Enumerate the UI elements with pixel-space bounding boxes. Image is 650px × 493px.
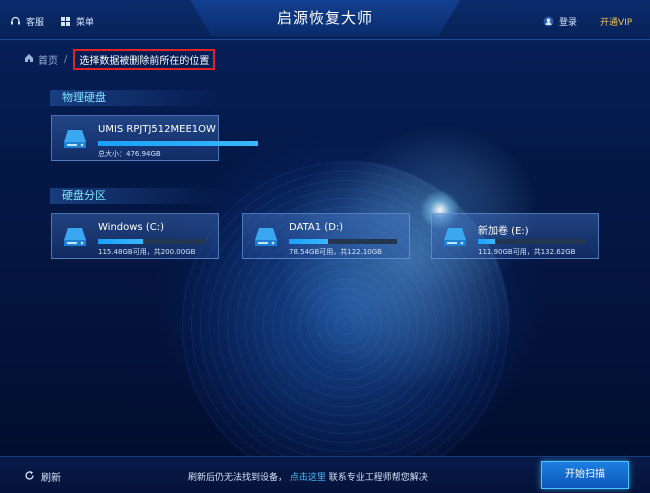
disk-icon [442,224,468,250]
partition-usage-bar [289,239,397,244]
partition-usage-fill [98,239,144,244]
partition-info: 111.90GB可用，共132.62GB [478,248,576,256]
menu-button[interactable]: 菜单 [60,13,94,29]
physical-disk-card[interactable]: UMIS RPJTJ512MEE1OW 总大小：476.94GB [51,115,258,161]
support-icon [10,16,21,27]
start-scan-button[interactable]: 开始扫描 [541,461,629,489]
support-button[interactable]: 客服 [10,13,44,29]
partition-card-c[interactable]: Windows (C:) 115.48GB可用，共200.00GB [51,213,219,259]
help-text: 刷新后仍无法找到设备， 点击这里 联系专业工程师帮您解决 [188,470,428,483]
disk-info: 总大小：476.94GB [98,150,161,158]
breadcrumb-current: 选择数据被删除前所在的位置 [73,48,216,70]
partition-usage-fill [478,239,496,244]
help-suffix: 联系专业工程师帮您解决 [328,473,428,483]
help-prefix: 刷新后仍无法找到设备， [188,473,288,483]
partition-info: 78.54GB可用，共122.10GB [289,248,382,256]
support-label: 客服 [26,17,45,28]
refresh-button[interactable]: 刷新 [24,469,61,484]
breadcrumb-separator: / [64,53,68,65]
section-partitions: 硬盘分区 [50,188,220,204]
partition-name: DATA1 (D:) [289,222,344,233]
section-physical-disks: 物理硬盘 [50,90,220,106]
partition-usage-fill [289,239,328,244]
disk-usage-fill [98,141,258,146]
disk-usage-bar [98,141,258,146]
partition-usage-bar [98,239,206,244]
vip-button[interactable]: 开通VIP [600,13,632,29]
partition-card-e[interactable]: 新加卷 (E:) 111.90GB可用，共132.62GB [431,213,599,259]
user-icon [543,16,554,27]
menu-icon [60,16,71,27]
bottom-bar: 刷新 刷新后仍无法找到设备， 点击这里 联系专业工程师帮您解决 开始扫描 [0,456,650,493]
menu-label: 菜单 [76,17,95,28]
refresh-icon [24,470,35,484]
home-icon [24,53,34,66]
disk-icon [253,224,279,250]
globe-graphic [180,160,510,490]
title-bar: 启源恢复大师 客服 菜单 登录 开通VIP [0,0,650,40]
partition-info: 115.48GB可用，共200.00GB [98,248,196,256]
refresh-label: 刷新 [41,473,61,484]
login-button[interactable]: 登录 [543,13,577,29]
breadcrumb: 首页 / 选择数据被删除前所在的位置 [24,48,216,70]
disk-icon [62,224,88,250]
help-link[interactable]: 点击这里 [290,473,326,483]
vip-label: 开通VIP [600,17,633,28]
disk-name: UMIS RPJTJ512MEE1OW [98,124,216,135]
login-label: 登录 [559,17,578,28]
breadcrumb-home-label: 首页 [38,55,58,67]
partition-card-d[interactable]: DATA1 (D:) 78.54GB可用，共122.10GB [242,213,410,259]
breadcrumb-home[interactable]: 首页 [24,52,58,67]
partition-usage-bar [478,239,586,244]
disk-icon [62,126,88,152]
partition-name: Windows (C:) [98,222,164,233]
partition-name: 新加卷 (E:) [478,226,529,237]
